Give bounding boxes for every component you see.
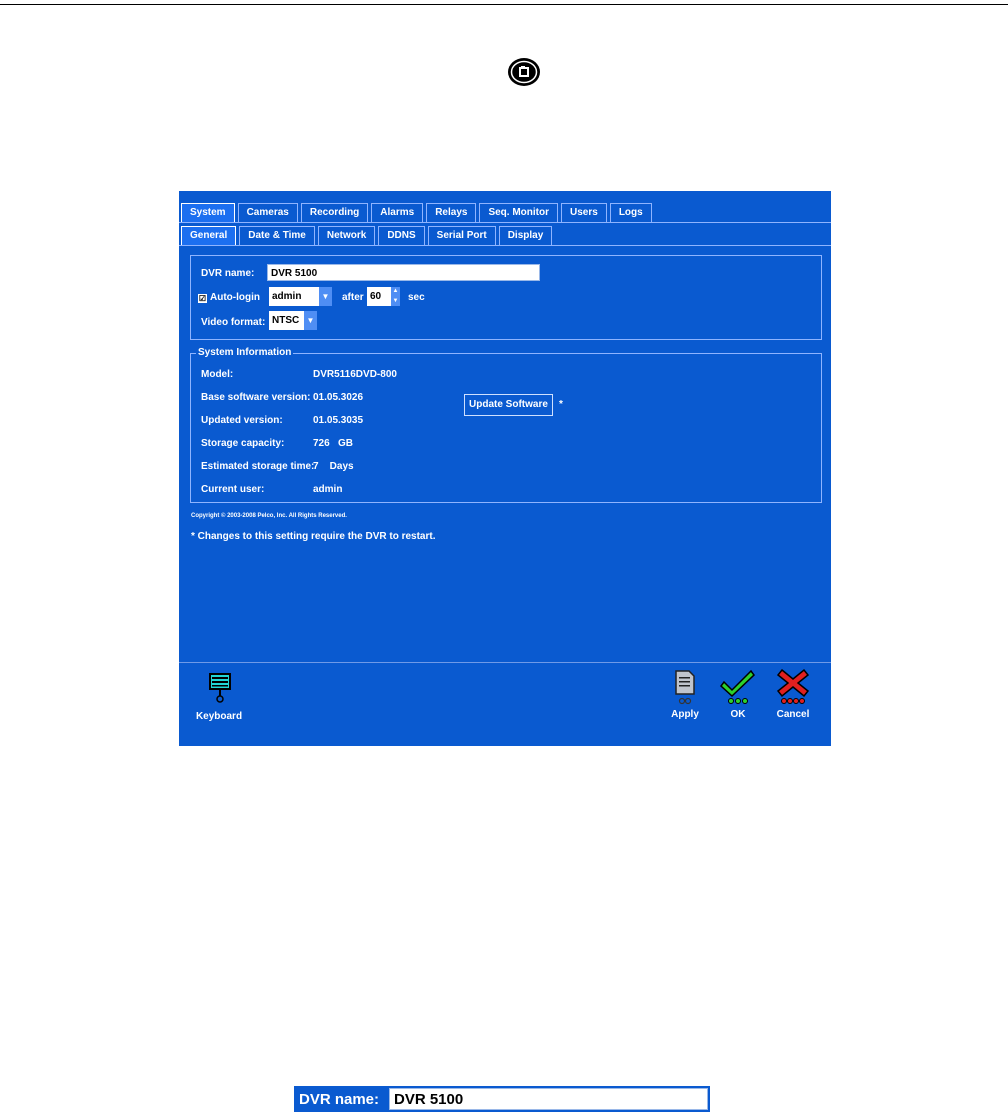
- tab-logs[interactable]: Logs: [609, 203, 652, 222]
- dvr-name-label: DVR name:: [201, 268, 255, 279]
- video-format-value: NTSC: [269, 311, 304, 330]
- auto-login-checkbox[interactable]: ☑: [198, 294, 207, 303]
- info-value: DVR5116DVD-800: [313, 369, 397, 380]
- info-label: Current user:: [201, 484, 265, 495]
- info-value: admin: [313, 484, 343, 495]
- ok-button[interactable]: OK: [719, 668, 757, 720]
- tab-seq-monitor[interactable]: Seq. Monitor: [479, 203, 559, 222]
- info-label: Storage capacity:: [201, 438, 285, 449]
- tab-network[interactable]: Network: [317, 226, 376, 245]
- tab-system[interactable]: System: [181, 203, 235, 222]
- zoom-dvr-name-input[interactable]: DVR 5100: [389, 1088, 708, 1110]
- close-icon: [776, 668, 810, 704]
- bottom-toolbar: Keyboard Apply OK Cancel: [179, 662, 831, 747]
- video-format-label: Video format:: [201, 317, 266, 328]
- info-value: 01.05.3035: [313, 415, 364, 426]
- copyright-text: Copyright © 2003-2008 Pelco, Inc. All Ri…: [191, 513, 347, 519]
- keyboard-label: Keyboard: [195, 711, 243, 722]
- apply-button[interactable]: Apply: [667, 668, 703, 720]
- keyboard-button[interactable]: Keyboard: [191, 671, 247, 722]
- disc-button-icon: [508, 58, 540, 86]
- auto-login-delay-stepper[interactable]: 60 ▲ ▼: [367, 287, 400, 306]
- chevron-down-icon[interactable]: ▼: [304, 311, 317, 330]
- top-rule: [0, 4, 1008, 5]
- tab-cameras[interactable]: Cameras: [237, 203, 298, 222]
- general-settings-group: DVR name: DVR 5100 ☑ Auto-login admin ▼ …: [190, 255, 822, 340]
- dvr-setup-window: System Cameras Recording Alarms Relays S…: [179, 191, 831, 746]
- after-label: after: [342, 292, 364, 303]
- main-tab-divider: [179, 222, 831, 223]
- zoom-dvr-name-label: DVR name:: [299, 1090, 380, 1108]
- info-label: Base software version:: [201, 392, 311, 403]
- tab-display[interactable]: Display: [498, 226, 553, 245]
- info-label: Estimated storage time:: [201, 461, 315, 472]
- update-software-button[interactable]: Update Software: [464, 394, 553, 416]
- sec-label: sec: [408, 292, 425, 303]
- info-value: 01.05.3026: [313, 392, 364, 403]
- chevron-down-icon[interactable]: ▼: [319, 287, 332, 306]
- auto-login-delay-value: 60: [367, 287, 391, 306]
- system-information-legend: System Information: [196, 347, 294, 359]
- apply-icon: [675, 670, 695, 705]
- dvr-name-input[interactable]: DVR 5100: [267, 264, 540, 281]
- restart-required-marker: *: [559, 399, 563, 410]
- spin-down-icon[interactable]: ▼: [391, 297, 400, 307]
- tab-general[interactable]: General: [181, 226, 237, 245]
- tab-recording[interactable]: Recording: [300, 203, 369, 222]
- tab-alarms[interactable]: Alarms: [371, 203, 424, 222]
- sub-tab-divider: [179, 245, 831, 246]
- auto-login-label: Auto-login: [210, 292, 260, 303]
- cancel-label: Cancel: [776, 709, 810, 720]
- video-format-select[interactable]: NTSC ▼: [269, 311, 317, 330]
- checkmark-icon: [720, 669, 755, 704]
- system-information-group: System Information Model: DVR5116DVD-800…: [190, 347, 822, 503]
- tab-ddns[interactable]: DDNS: [378, 226, 425, 245]
- dvr-name-zoom-detail: DVR name: DVR 5100: [294, 1086, 710, 1112]
- spin-up-icon[interactable]: ▲: [391, 287, 400, 297]
- tab-date-time[interactable]: Date & Time: [239, 226, 315, 245]
- info-value: 726 GB: [313, 438, 354, 449]
- tab-users[interactable]: Users: [561, 203, 607, 222]
- main-tab-bar: System Cameras Recording Alarms Relays S…: [181, 203, 655, 222]
- auto-login-user-select[interactable]: admin ▼: [269, 287, 332, 306]
- info-label: Model:: [201, 369, 234, 380]
- tab-serial-port[interactable]: Serial Port: [427, 226, 496, 245]
- sub-tab-bar: General Date & Time Network DDNS Serial …: [181, 226, 555, 245]
- cancel-button[interactable]: Cancel: [773, 668, 813, 720]
- keyboard-icon: [209, 673, 231, 703]
- tab-relays[interactable]: Relays: [426, 203, 477, 222]
- restart-note: * Changes to this setting require the DV…: [191, 531, 436, 542]
- apply-label: Apply: [671, 709, 699, 720]
- info-label: Updated version:: [201, 415, 283, 426]
- ok-label: OK: [730, 709, 746, 720]
- auto-login-user-value: admin: [269, 287, 319, 306]
- info-value: 7 Days: [313, 461, 354, 472]
